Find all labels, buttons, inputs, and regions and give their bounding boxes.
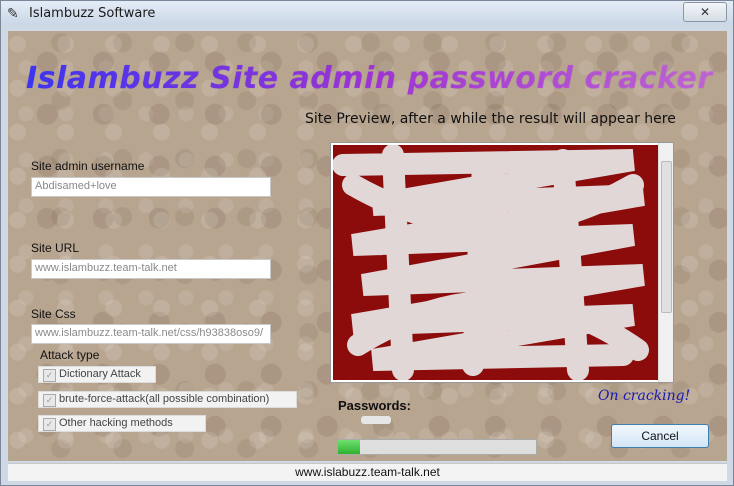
url-input[interactable]: www.islambuzz.team-talk.net — [31, 259, 271, 279]
username-label: Site admin username — [31, 159, 145, 173]
checkbox-icon: ✓ — [43, 394, 56, 407]
brute-force-checkbox[interactable]: ✓ brute-force-attack(all possible combina… — [38, 391, 297, 408]
other-methods-label: Other hacking methods — [59, 417, 173, 429]
attack-type-label: Attack type — [40, 348, 100, 362]
preview-scrollbar[interactable] — [658, 143, 673, 382]
css-input[interactable]: www.islambuzz.team-talk.net/css/h93838os… — [31, 324, 271, 344]
checkbox-icon: ✓ — [43, 418, 56, 431]
dictionary-attack-label: Dictionary Attack — [59, 368, 141, 380]
checkbox-icon: ✓ — [43, 369, 56, 382]
other-methods-checkbox[interactable]: ✓ Other hacking methods — [38, 415, 206, 432]
cracking-status: On cracking! — [598, 388, 691, 404]
footer-url: www.islabuzz.team-talk.net — [8, 463, 727, 481]
passwords-label: Passwords: — [338, 398, 411, 413]
css-label: Site Css — [31, 307, 76, 321]
window-title: Islambuzz Software — [29, 6, 156, 21]
main-panel: Islambuzz Site admin password cracker Si… — [8, 31, 727, 461]
preview-content — [332, 144, 658, 381]
app-window: ✎ Islambuzz Software ✕ Islambuzz Site ad… — [0, 0, 734, 486]
scroll-thumb[interactable] — [661, 161, 672, 313]
progress-bar — [337, 439, 537, 455]
site-preview[interactable] — [330, 142, 674, 383]
page-title: Islambuzz Site admin password cracker — [26, 61, 713, 96]
progress-fill — [338, 440, 360, 454]
cancel-button[interactable]: Cancel — [611, 424, 709, 448]
brute-force-label: brute-force-attack(all possible combinat… — [59, 393, 270, 405]
redacted-overlay — [332, 144, 649, 381]
preview-caption: Site Preview, after a while the result w… — [305, 111, 676, 127]
username-input[interactable]: Abdisamed+love — [31, 177, 271, 197]
url-label: Site URL — [31, 241, 80, 255]
app-icon: ✎ — [7, 5, 19, 21]
dictionary-attack-checkbox[interactable]: ✓ Dictionary Attack — [38, 366, 156, 383]
close-button[interactable]: ✕ — [683, 2, 727, 22]
title-bar[interactable]: ✎ Islambuzz Software ✕ — [1, 1, 733, 25]
passwords-value — [361, 416, 391, 424]
